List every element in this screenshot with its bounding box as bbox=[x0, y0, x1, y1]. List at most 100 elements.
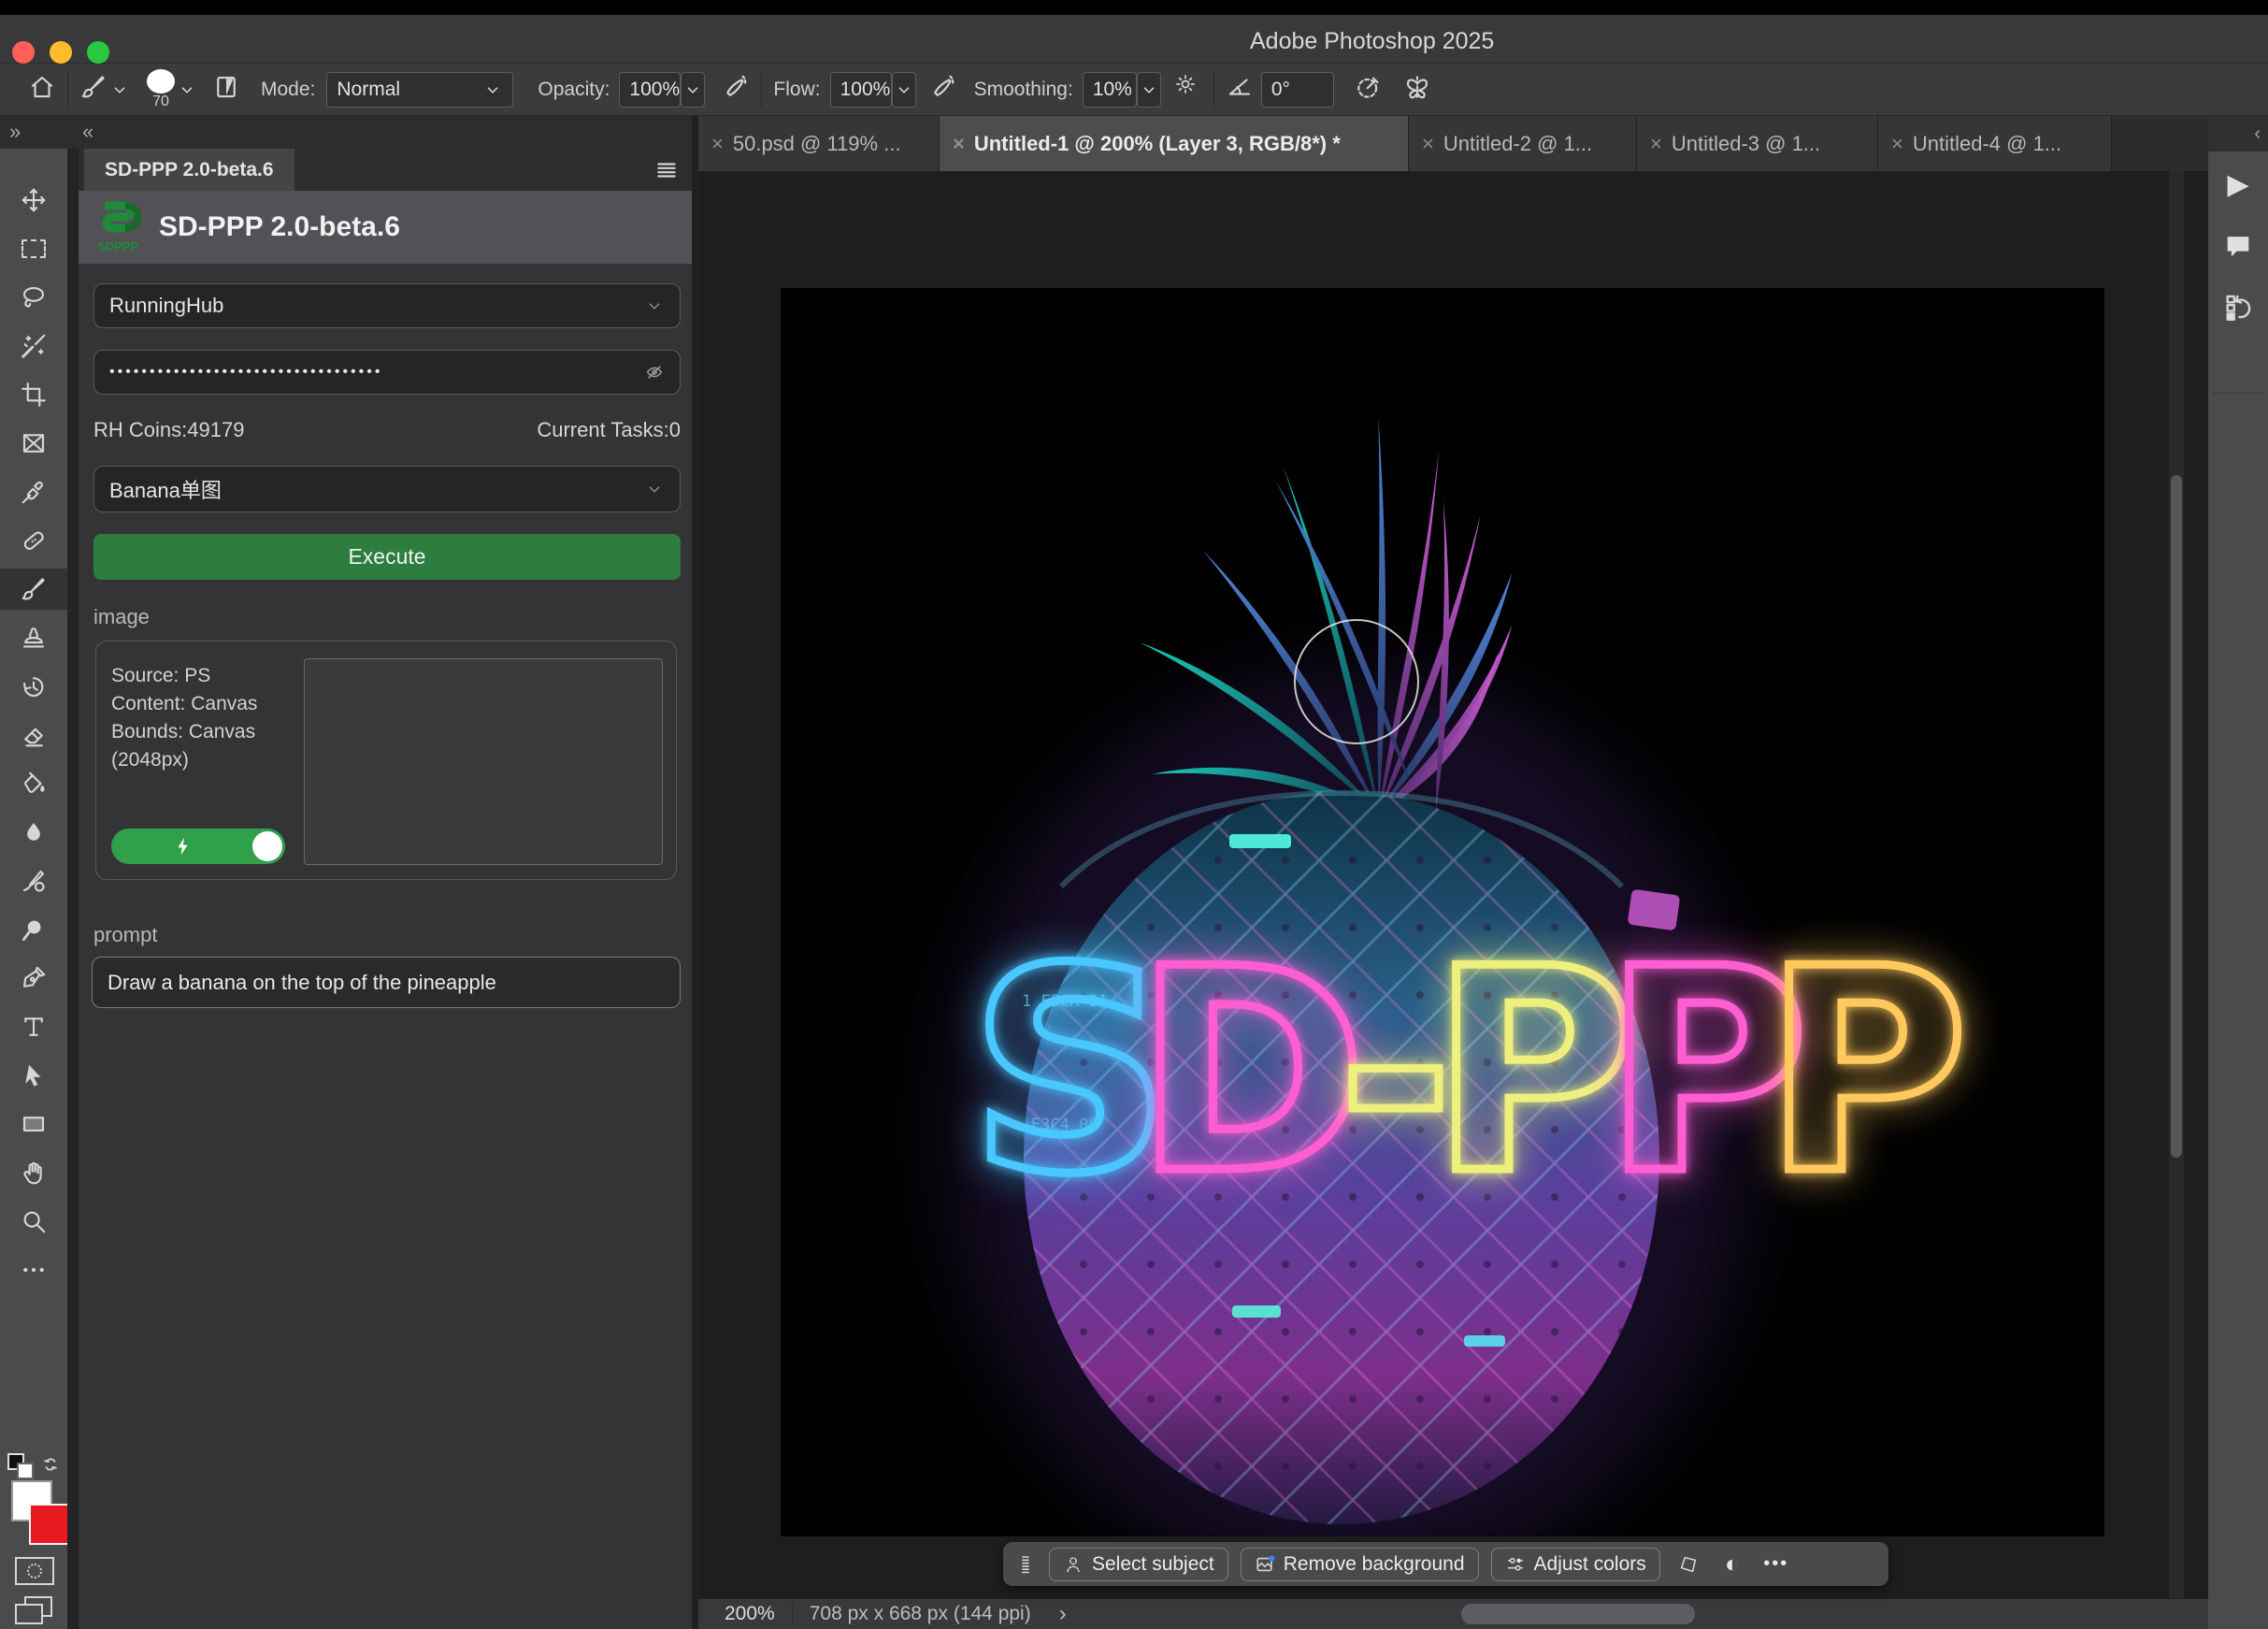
screen-mode-button[interactable] bbox=[15, 1604, 43, 1624]
panel-tab-sdppp[interactable]: SD-PPP 2.0-beta.6 bbox=[84, 149, 294, 191]
panel-header-band: » « bbox=[0, 116, 698, 149]
doc-tab-untitled-1[interactable]: × Untitled-1 @ 200% (Layer 3, RGB/8*) * bbox=[940, 116, 1409, 171]
rectangle-tool[interactable] bbox=[0, 1103, 67, 1145]
pressure-size-icon[interactable] bbox=[1355, 73, 1383, 106]
sdppp-panel: SD-PPP 2.0-beta.6 SDPPP SD-PPP 2.0-beta.… bbox=[79, 149, 692, 1629]
eyedropper-tool[interactable] bbox=[0, 471, 67, 512]
flow-chevron-icon[interactable] bbox=[892, 72, 916, 108]
dodge-tool[interactable] bbox=[0, 909, 67, 950]
workflow-select[interactable]: Banana单图 bbox=[93, 466, 681, 512]
prompt-input[interactable] bbox=[92, 957, 681, 1008]
smoothing-chevron-icon[interactable] bbox=[1137, 72, 1161, 108]
type-tool[interactable] bbox=[0, 1006, 67, 1047]
brush-size-picker[interactable]: 70 bbox=[147, 69, 175, 110]
flow-value: 100% bbox=[840, 79, 891, 101]
status-chevron-icon[interactable]: › bbox=[1059, 1601, 1067, 1627]
opacity-value: 100% bbox=[629, 79, 680, 101]
document-tab-bar: × 50.psd @ 119% ... × Untitled-1 @ 200% … bbox=[698, 116, 2208, 171]
symmetry-butterfly-icon[interactable] bbox=[1403, 73, 1431, 106]
expand-toolbar-chevrons[interactable]: » bbox=[9, 120, 19, 144]
image-badge-icon bbox=[1255, 1554, 1275, 1575]
default-colors-icon[interactable] bbox=[7, 1453, 36, 1481]
taskbar-grip-icon[interactable] bbox=[1014, 1550, 1037, 1579]
provider-select[interactable]: RunningHub bbox=[93, 283, 681, 328]
brush-tool-preset-icon[interactable] bbox=[79, 73, 108, 106]
brush-angle-input[interactable]: 0° bbox=[1261, 72, 1334, 108]
close-tab-icon[interactable]: × bbox=[711, 132, 724, 156]
canvas-vertical-scrollbar[interactable] bbox=[2169, 171, 2184, 1598]
mode-select[interactable]: Normal bbox=[326, 72, 513, 108]
swap-colors-icon[interactable] bbox=[39, 1453, 64, 1478]
canvas-document[interactable]: 1 E5CA 31 E3C4 00 S D - P P P bbox=[781, 288, 2104, 1536]
history-brush-tool[interactable] bbox=[0, 666, 67, 707]
smoothing-options-gear-icon[interactable] bbox=[1174, 73, 1202, 106]
close-tab-icon[interactable]: × bbox=[1422, 132, 1434, 156]
brush-size-chevron-icon[interactable] bbox=[175, 72, 199, 108]
actions-play-icon[interactable]: ▶ bbox=[2208, 168, 2268, 201]
background-color-swatch[interactable] bbox=[29, 1504, 70, 1545]
flow-input[interactable]: 100% bbox=[830, 72, 892, 108]
image-preview-box[interactable] bbox=[304, 658, 663, 865]
zoom-level-value[interactable]: 200% bbox=[725, 1603, 775, 1625]
canvas-area[interactable]: 1 E5CA 31 E3C4 00 S D - P P P bbox=[698, 171, 2203, 1598]
doc-tab-50psd[interactable]: × 50.psd @ 119% ... bbox=[698, 116, 940, 171]
paint-bucket-tool[interactable] bbox=[0, 763, 67, 804]
eraser-tool[interactable] bbox=[0, 714, 67, 756]
home-button[interactable] bbox=[28, 73, 56, 106]
quick-mask-button[interactable] bbox=[15, 1557, 54, 1585]
close-window-button[interactable] bbox=[12, 41, 35, 64]
path-selection-tool[interactable] bbox=[0, 1055, 67, 1096]
clone-stamp-tool[interactable] bbox=[0, 617, 67, 658]
workflow-value: Banana单图 bbox=[109, 474, 644, 504]
collapse-panel-chevrons[interactable]: « bbox=[82, 120, 92, 144]
auto-sync-toggle[interactable] bbox=[111, 829, 285, 864]
history-panel-icon[interactable] bbox=[2208, 292, 2268, 324]
lasso-tool[interactable] bbox=[0, 277, 67, 318]
execute-button[interactable]: Execute bbox=[93, 534, 681, 580]
panel-menu-hamburger-icon[interactable] bbox=[654, 158, 679, 182]
edit-toolbar-ellipsis[interactable] bbox=[0, 1249, 67, 1290]
pen-tool[interactable] bbox=[0, 958, 67, 999]
close-tab-icon[interactable]: × bbox=[1650, 132, 1662, 156]
mixer-brush-tool[interactable] bbox=[0, 860, 67, 901]
close-tab-icon[interactable]: × bbox=[953, 132, 965, 156]
vertical-scrollbar-thumb[interactable] bbox=[2171, 475, 2182, 1158]
doc-tab-untitled-4[interactable]: × Untitled-4 @ 1... bbox=[1878, 116, 2112, 171]
divider bbox=[761, 71, 762, 108]
opacity-pressure-icon[interactable] bbox=[722, 73, 750, 106]
opacity-input[interactable]: 100% bbox=[619, 72, 681, 108]
brush-preset-chevron-icon[interactable] bbox=[108, 72, 132, 108]
healing-brush-tool[interactable] bbox=[0, 520, 67, 561]
blur-tool[interactable] bbox=[0, 812, 67, 853]
brush-size-value: 70 bbox=[152, 94, 169, 110]
adjust-colors-button[interactable]: Adjust colors bbox=[1491, 1548, 1660, 1581]
move-tool[interactable] bbox=[0, 180, 67, 221]
collapse-right-strip-chevron[interactable]: ‹ bbox=[2254, 123, 2261, 145]
api-key-input[interactable]: •••••••••••••••••••••••••••••••••• bbox=[93, 350, 681, 395]
zoom-tool[interactable] bbox=[0, 1201, 67, 1242]
smoothing-input[interactable]: 10% bbox=[1083, 72, 1137, 108]
select-subject-button[interactable]: Select subject bbox=[1049, 1548, 1228, 1581]
brush-settings-panel-icon[interactable] bbox=[212, 73, 240, 106]
brush-tool-selected[interactable] bbox=[0, 569, 67, 610]
adjustments-contrast-icon[interactable]: ◐ bbox=[1716, 1550, 1748, 1579]
doc-tab-untitled-3[interactable]: × Untitled-3 @ 1... bbox=[1637, 116, 1878, 171]
zoom-window-button[interactable] bbox=[87, 41, 109, 64]
remove-background-button[interactable]: Remove background bbox=[1241, 1548, 1479, 1581]
hand-tool[interactable] bbox=[0, 1152, 67, 1193]
transform-icon[interactable] bbox=[1672, 1554, 1704, 1575]
magic-wand-tool[interactable] bbox=[0, 325, 67, 367]
doc-tab-untitled-2[interactable]: × Untitled-2 @ 1... bbox=[1409, 116, 1637, 171]
close-tab-icon[interactable]: × bbox=[1891, 132, 1903, 156]
rectangular-marquee-tool[interactable] bbox=[0, 228, 67, 269]
toggle-key-visibility-icon[interactable] bbox=[644, 362, 665, 382]
minimize-window-button[interactable] bbox=[50, 41, 72, 64]
frame-tool[interactable] bbox=[0, 423, 67, 464]
opacity-chevron-icon[interactable] bbox=[681, 72, 705, 108]
taskbar-more-icon[interactable]: ••• bbox=[1760, 1553, 1792, 1575]
crop-tool[interactable] bbox=[0, 374, 67, 415]
horizontal-scrollbar-thumb[interactable] bbox=[1461, 1604, 1695, 1624]
airbrush-icon[interactable] bbox=[929, 73, 957, 106]
comments-icon[interactable] bbox=[2208, 230, 2268, 262]
smoothing-label: Smoothing: bbox=[974, 79, 1073, 101]
